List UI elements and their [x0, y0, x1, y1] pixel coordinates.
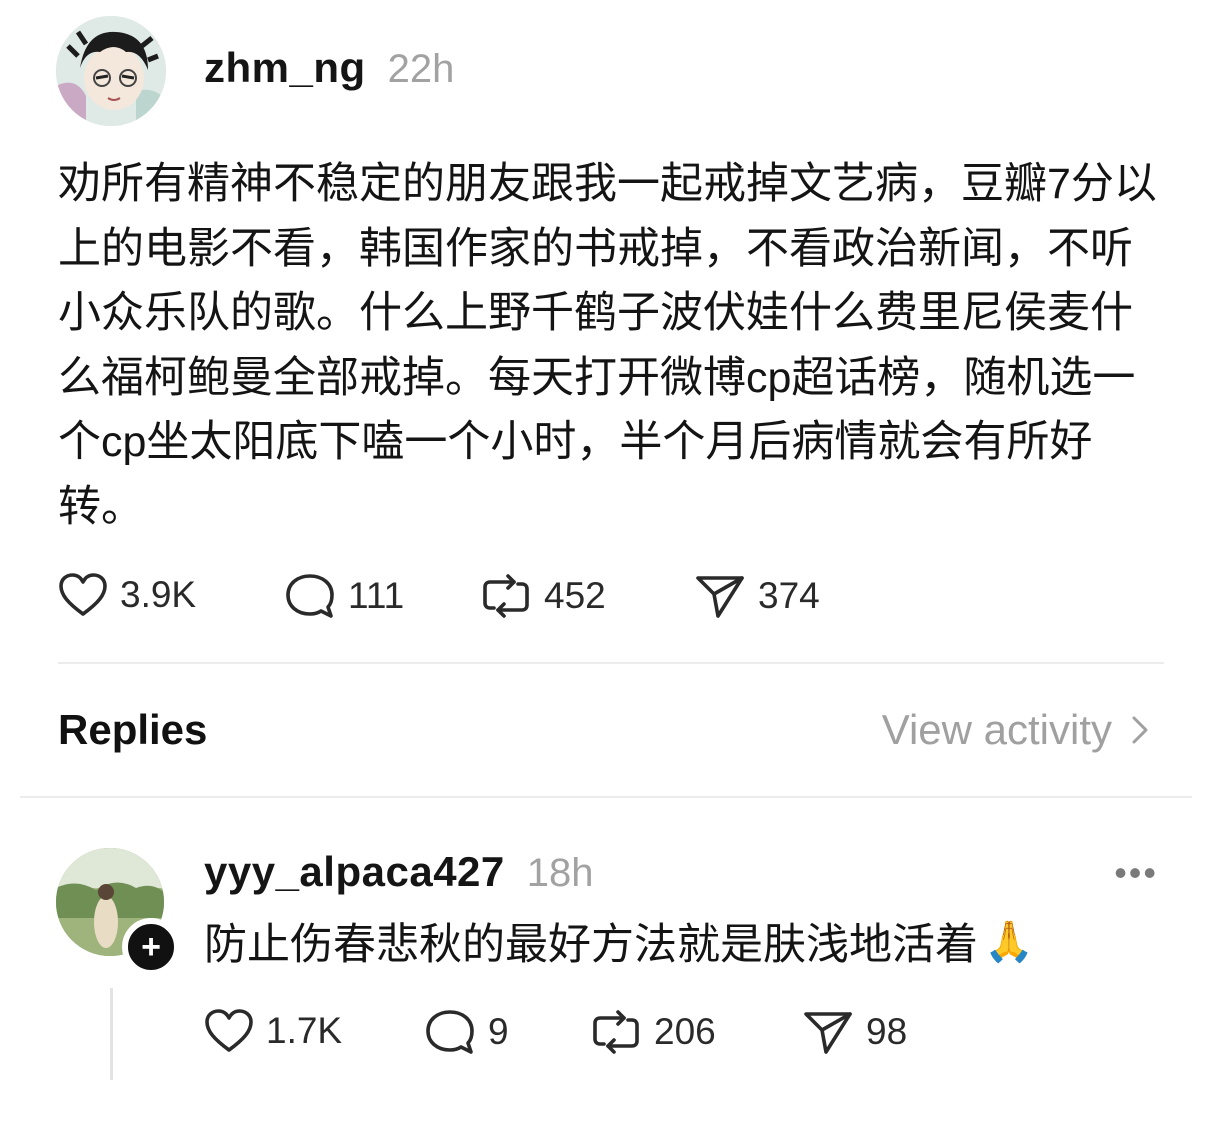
- like-button[interactable]: 3.9K: [58, 572, 196, 618]
- divider: [58, 662, 1164, 664]
- post-avatar[interactable]: [56, 16, 166, 126]
- chevron-right-icon: [1132, 716, 1148, 744]
- reply-share-count: 98: [866, 1011, 908, 1052]
- send-icon: [696, 576, 744, 618]
- reply-share-button[interactable]: 98: [802, 1008, 907, 1056]
- reply-username[interactable]: yyy_alpaca427: [204, 848, 505, 896]
- comment-bubble-icon: [286, 574, 334, 618]
- divider: [20, 796, 1192, 798]
- comment-button[interactable]: 111: [284, 572, 404, 620]
- reply-header: yyy_alpaca427 18h: [204, 848, 594, 896]
- like-count: 3.9K: [120, 574, 197, 615]
- send-icon: [804, 1012, 852, 1054]
- reply-timestamp: 18h: [526, 851, 594, 895]
- repost-icon: [483, 574, 529, 618]
- reply-like-button[interactable]: 1.7K: [204, 1008, 342, 1054]
- reply-repost-count: 206: [654, 1011, 716, 1052]
- avatar-illustration: [56, 16, 166, 126]
- comment-count: 111: [348, 575, 405, 616]
- post-username[interactable]: zhm_ng: [204, 44, 366, 92]
- reply-like-count: 1.7K: [266, 1010, 343, 1051]
- comment-bubble-icon: [426, 1010, 474, 1054]
- follow-button[interactable]: +: [122, 918, 180, 976]
- plus-icon: +: [141, 928, 161, 966]
- view-activity-label: View activity: [881, 706, 1112, 753]
- repost-count: 452: [544, 575, 606, 616]
- post-timestamp: 22h: [387, 47, 455, 91]
- thread-line: [110, 988, 113, 1080]
- reply-comment-count: 9: [488, 1011, 509, 1052]
- more-icon[interactable]: •••: [1114, 852, 1158, 894]
- heart-icon: [205, 1009, 253, 1052]
- reply-text-row: 防止伤春悲秋的最好方法就是肤浅地活着 🙏: [204, 910, 1034, 972]
- heart-icon: [59, 573, 107, 616]
- reply-text: 防止伤春悲秋的最好方法就是肤浅地活着: [204, 921, 978, 969]
- repost-icon: [593, 1010, 639, 1054]
- view-activity-link[interactable]: View activity: [882, 706, 1150, 754]
- post-text: 劝所有精神不稳定的朋友跟我一起戒掉文艺病，豆瓣7分以上的电影不看，韩国作家的书戒…: [58, 160, 1157, 531]
- share-count: 374: [758, 575, 820, 616]
- reply-comment-button[interactable]: 9: [424, 1008, 509, 1056]
- replies-heading: Replies: [58, 706, 208, 753]
- post-header: zhm_ng 22h: [204, 44, 454, 92]
- repost-button[interactable]: 452: [480, 572, 606, 620]
- share-button[interactable]: 374: [694, 572, 820, 620]
- praying-hands-emoji: 🙏: [984, 919, 1034, 964]
- reply-repost-button[interactable]: 206: [590, 1008, 716, 1056]
